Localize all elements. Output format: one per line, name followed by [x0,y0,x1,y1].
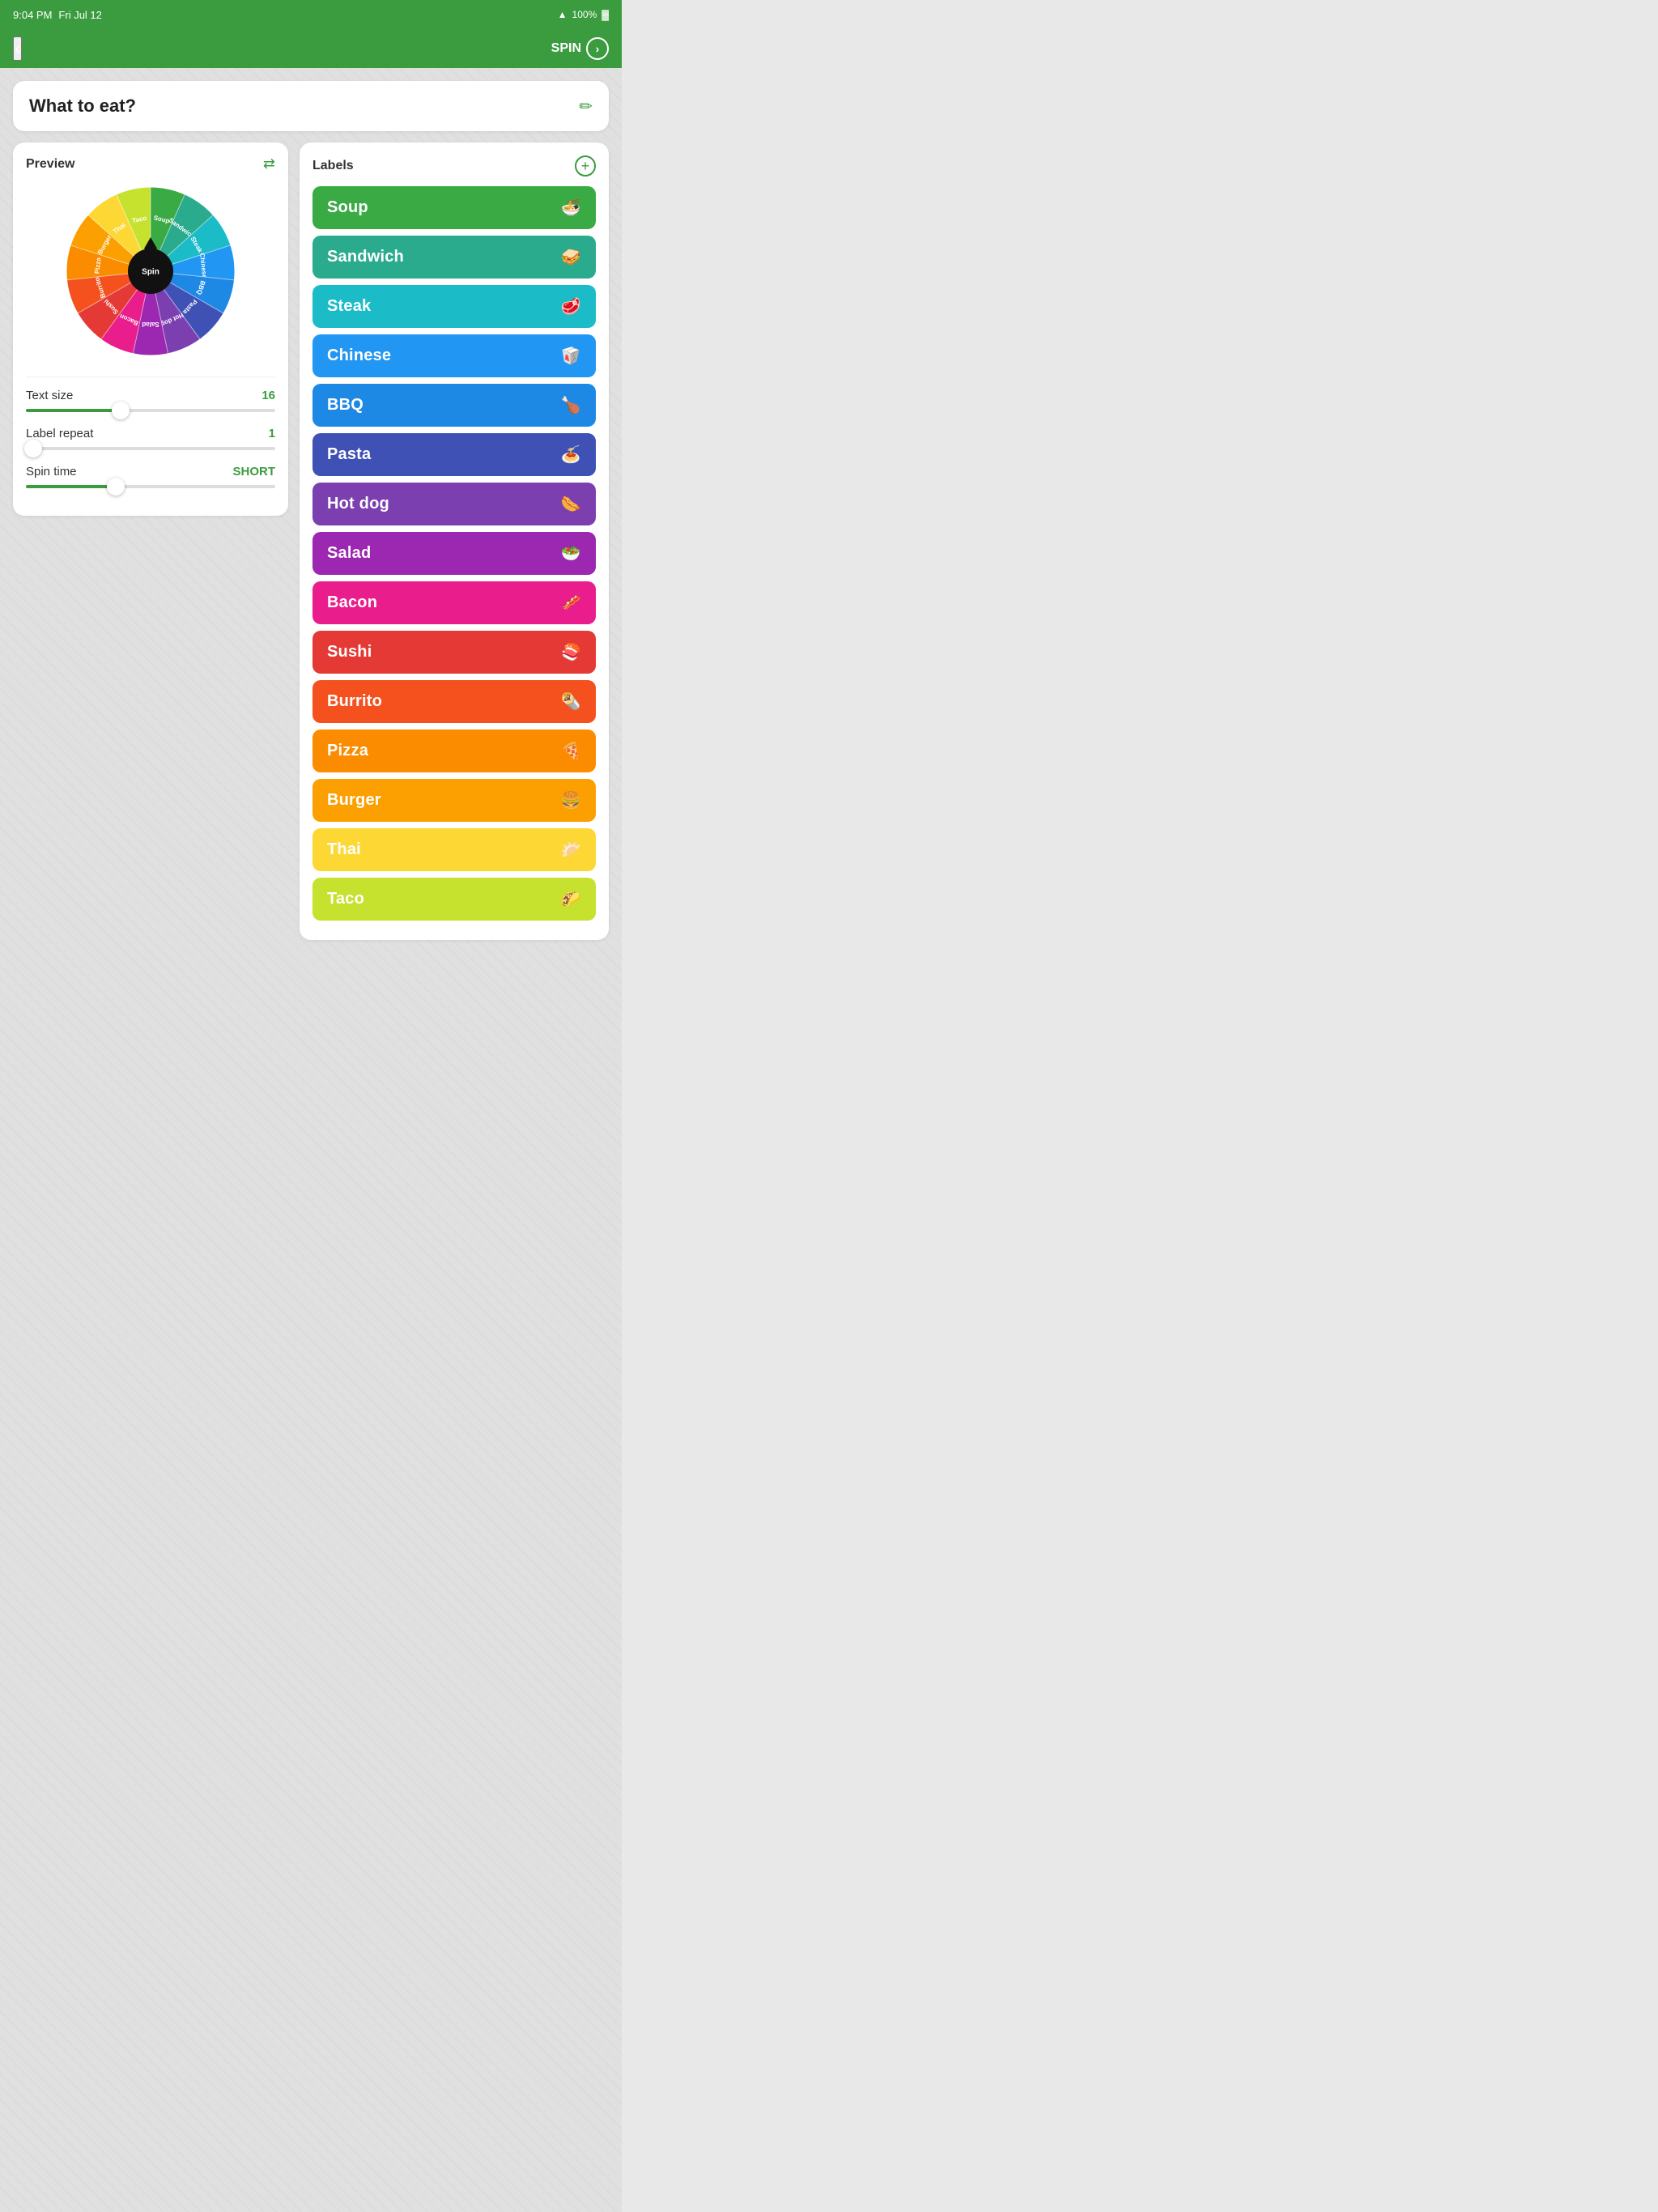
label-text: Pasta [327,445,555,464]
svg-text:Spin: Spin [142,268,159,277]
label-emoji: 🌮 [561,889,581,909]
spin-nav-button[interactable]: SPIN › [551,37,609,60]
label-emoji: 🥩 [561,296,581,317]
status-date: Fri Jul 12 [58,9,101,21]
label-text: Sushi [327,643,555,661]
wifi-icon: ▲ [558,9,568,20]
label-emoji: 🥓 [561,593,581,613]
label-emoji: 🥟 [561,840,581,860]
spin-time-row: Spin time SHORT [26,465,275,479]
label-item[interactable]: Chinese 🥡 [312,334,596,377]
label-text: Thai [327,840,555,859]
label-text: BBQ [327,396,555,415]
label-item[interactable]: Sushi 🍣 [312,631,596,674]
label-item[interactable]: Steak 🥩 [312,285,596,328]
status-left: 9:04 PM Fri Jul 12 [13,9,102,21]
label-item[interactable]: Soup 🍜 [312,186,596,229]
label-emoji: 🥪 [561,247,581,267]
content-row: Preview ⇄ SoupSandwichSteakChineseBBQPas… [13,143,609,940]
label-emoji: 🌭 [561,494,581,514]
label-emoji: 🥡 [561,346,581,366]
text-size-thumb[interactable] [112,402,130,419]
spin-wheel[interactable]: SoupSandwichSteakChineseBBQPastaHot dogS… [62,182,240,360]
label-emoji: 🍔 [561,790,581,810]
label-text: Bacon [327,593,555,612]
label-item[interactable]: Bacon 🥓 [312,581,596,624]
text-size-label: Text size [26,389,73,402]
label-text: Salad [327,544,555,563]
spin-time-fill [26,485,116,488]
labels-list: Soup 🍜 Sandwich 🥪 Steak 🥩 Chinese 🥡 BBQ 🍗 Pasta 🍝 Ho… [312,186,596,921]
label-item[interactable]: BBQ 🍗 [312,384,596,427]
battery-icon: ▓ [602,9,609,20]
status-right: ▲ 100% ▓ [558,9,609,20]
label-item[interactable]: Taco 🌮 [312,878,596,921]
label-text: Burger [327,791,555,810]
page-title: What to eat? [29,96,136,117]
labels-title: Labels [312,159,354,173]
label-item[interactable]: Burrito 🌯 [312,680,596,723]
label-emoji: 🍕 [561,741,581,761]
label-text: Hot dog [327,495,555,513]
preview-header: Preview ⇄ [26,155,275,172]
label-emoji: 🍗 [561,395,581,415]
title-card: What to eat? ✏ [13,81,609,131]
label-text: Chinese [327,347,555,365]
text-size-fill [26,409,121,412]
back-button[interactable]: ‹ [13,36,22,61]
shuffle-icon[interactable]: ⇄ [263,155,275,172]
label-item[interactable]: Burger 🍔 [312,779,596,822]
battery-label: 100% [572,9,597,20]
label-emoji: 🍝 [561,445,581,465]
label-item[interactable]: Salad 🥗 [312,532,596,575]
label-repeat-value: 1 [269,427,275,440]
spin-time-label: Spin time [26,465,77,479]
spin-time-track [26,485,275,488]
label-item[interactable]: Pizza 🍕 [312,730,596,772]
spin-nav-label: SPIN [551,41,581,56]
label-text: Steak [327,297,555,316]
label-text: Pizza [327,742,555,760]
label-repeat-thumb[interactable] [24,440,42,457]
label-emoji: 🍣 [561,642,581,662]
label-text: Burrito [327,692,555,711]
wheel-container[interactable]: SoupSandwichSteakChineseBBQPastaHot dogS… [26,182,275,360]
label-item[interactable]: Pasta 🍝 [312,433,596,476]
text-size-section: Text size 16 Label repeat 1 [26,376,275,488]
label-emoji: 🥗 [561,543,581,564]
left-panel: Preview ⇄ SoupSandwichSteakChineseBBQPas… [13,143,288,516]
label-repeat-row: Label repeat 1 [26,427,275,440]
label-text: Soup [327,198,555,217]
label-text: Taco [327,890,555,908]
status-time: 9:04 PM [13,9,52,21]
text-size-row: Text size 16 [26,389,275,402]
main-content: What to eat? ✏ Preview ⇄ SoupSandwichSte… [0,68,622,2212]
labels-header: Labels + [312,155,596,177]
svg-text:Salad: Salad [142,321,159,328]
text-size-value: 16 [261,389,275,402]
label-repeat-track [26,447,275,450]
label-item[interactable]: Thai 🥟 [312,828,596,871]
edit-icon[interactable]: ✏ [579,96,593,117]
label-repeat-label: Label repeat [26,427,93,440]
label-item[interactable]: Sandwich 🥪 [312,236,596,279]
label-item[interactable]: Hot dog 🌭 [312,483,596,525]
status-bar: 9:04 PM Fri Jul 12 ▲ 100% ▓ [0,0,622,29]
right-panel: Labels + Soup 🍜 Sandwich 🥪 Steak 🥩 Chinese 🥡 BBQ… [300,143,609,940]
nav-bar: ‹ SPIN › [0,29,622,68]
spin-time-thumb[interactable] [107,478,125,496]
label-emoji: 🌯 [561,691,581,712]
spin-nav-icon: › [586,37,609,60]
add-label-button[interactable]: + [575,155,596,177]
label-emoji: 🍜 [561,198,581,218]
preview-title: Preview [26,157,74,172]
text-size-track [26,409,275,412]
spin-time-value: SHORT [233,465,276,479]
label-text: Sandwich [327,248,555,266]
